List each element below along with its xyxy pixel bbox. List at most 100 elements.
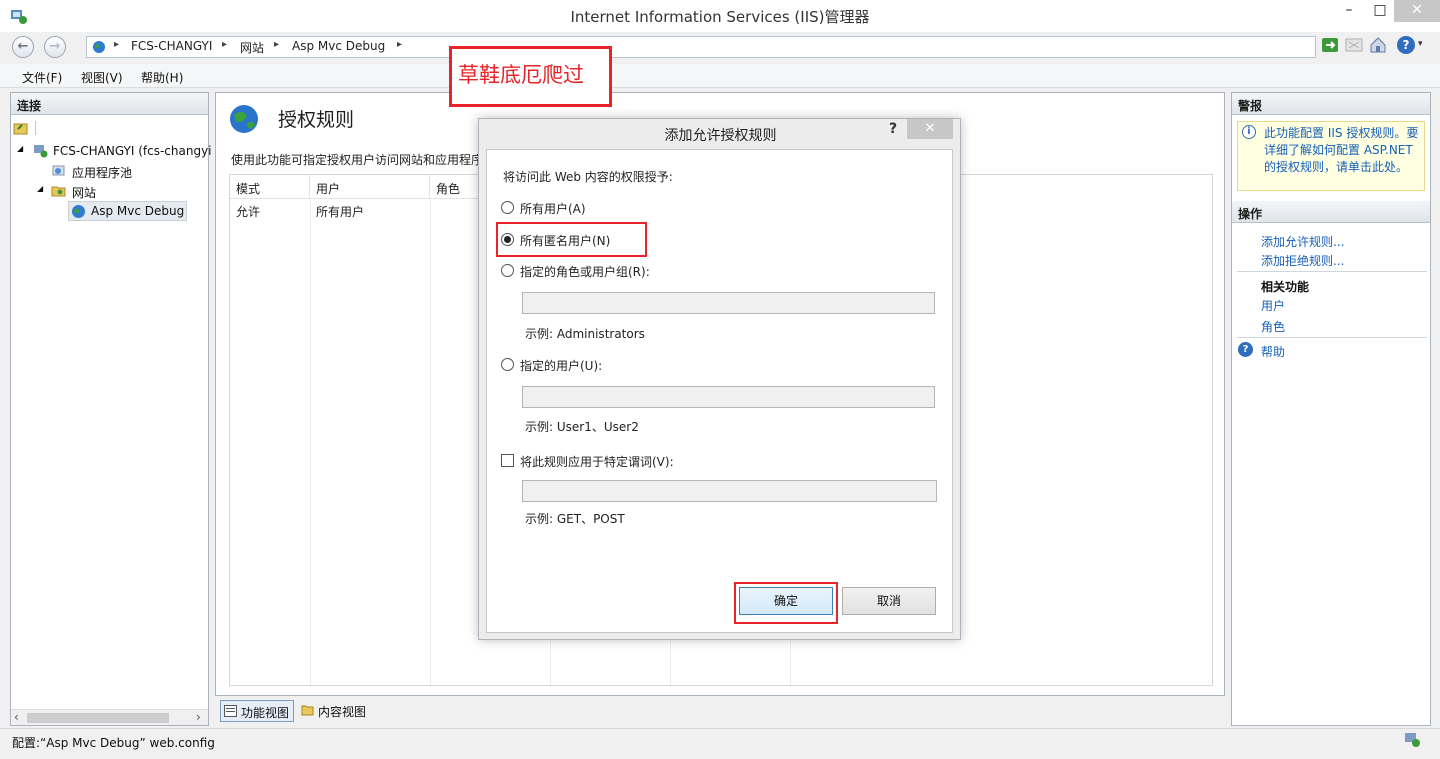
- forward-button[interactable]: →: [44, 36, 66, 58]
- connect-icon[interactable]: [13, 120, 29, 136]
- app-pool-icon: [52, 165, 65, 176]
- dialog-body: 将访问此 Web 内容的权限授予: 所有用户(A) 所有匿名用户(N) 指定的角…: [486, 149, 953, 633]
- alerts-header: 警报: [1232, 93, 1430, 115]
- radio-users[interactable]: [501, 358, 514, 371]
- add-allow-rule-dialog: 添加允许授权规则 ? ✕ 将访问此 Web 内容的权限授予: 所有用户(A) 所…: [478, 118, 961, 640]
- verbs-input[interactable]: [522, 480, 937, 502]
- column-header-user[interactable]: 用户: [310, 175, 430, 199]
- help-link[interactable]: 帮助: [1261, 343, 1285, 360]
- close-button[interactable]: ✕: [1394, 0, 1440, 22]
- cell-user: 所有用户: [316, 205, 365, 219]
- verbs-checkbox-label[interactable]: 将此规则应用于特定谓词(V):: [520, 453, 674, 470]
- tree-item-server[interactable]: FCS-CHANGYI (fcs-changyi: [53, 144, 212, 158]
- tree-item-selected[interactable]: Asp Mvc Debug: [68, 201, 187, 221]
- page-title: 授权规则: [278, 109, 355, 131]
- users-example: 示例: User1、User2: [525, 420, 639, 434]
- radio-anonymous-users[interactable]: [501, 233, 514, 246]
- authorization-globe-icon: [230, 105, 258, 133]
- scroll-right-icon[interactable]: ›: [196, 710, 201, 724]
- tree-item-sites[interactable]: 网站: [72, 184, 96, 201]
- roles-link[interactable]: 角色: [1261, 318, 1285, 335]
- breadcrumb-separator: ▸: [397, 39, 403, 50]
- tab-content-label: 内容视图: [318, 705, 367, 719]
- roles-input[interactable]: [522, 292, 935, 314]
- globe-icon: [93, 41, 105, 53]
- page-description: 使用此功能可指定授权用户访问网站和应用程序: [231, 153, 484, 167]
- address-bar[interactable]: ▸ FCS-CHANGYI ▸ 网站 ▸ Asp Mvc Debug ▸: [86, 36, 1316, 58]
- features-view-icon: [224, 705, 237, 717]
- radio-roles-label[interactable]: 指定的角色或用户组(R):: [520, 263, 650, 280]
- menu-help[interactable]: 帮助(H): [141, 69, 183, 86]
- menu-view[interactable]: 视图(V): [81, 69, 123, 86]
- stop-icon[interactable]: [1345, 36, 1363, 54]
- radio-all-users[interactable]: [501, 201, 514, 214]
- connection-status-icon: [1405, 733, 1420, 747]
- connections-panel: 连接 ◢ FCS-CHANGYI (fcs-changyi 应用程序池 ◢ 网站…: [10, 92, 212, 726]
- radio-roles[interactable]: [501, 264, 514, 277]
- tree-toggle-icon[interactable]: ◢: [37, 184, 43, 193]
- column-header-mode[interactable]: 模式: [230, 175, 310, 199]
- ok-button[interactable]: 确定: [739, 587, 833, 615]
- breadcrumb-sites[interactable]: 网站: [240, 39, 264, 56]
- radio-all-users-label[interactable]: 所有用户(A): [520, 200, 586, 217]
- toolbar-divider: [35, 121, 36, 135]
- navigation-bar: ← → ▸ FCS-CHANGYI ▸ 网站 ▸ Asp Mvc Debug ▸…: [0, 32, 1440, 62]
- alert-link-text[interactable]: 此功能配置 IIS 授权规则。要详细了解如何配置 ASP.NET 的授权规则，请…: [1264, 125, 1424, 176]
- help-icon[interactable]: ?: [1397, 36, 1415, 54]
- cancel-button[interactable]: 取消: [842, 587, 936, 615]
- breadcrumb-separator: ▸: [222, 39, 228, 50]
- radio-users-label[interactable]: 指定的用户(U):: [520, 357, 602, 374]
- menu-bar: 文件(F) 视图(V) 帮助(H): [0, 64, 1440, 88]
- tree-item-asp-mvc-debug[interactable]: Asp Mvc Debug: [91, 204, 184, 218]
- back-button[interactable]: ←: [12, 36, 34, 58]
- breadcrumb-server[interactable]: FCS-CHANGYI: [131, 39, 212, 53]
- dialog-close-button[interactable]: ✕: [907, 119, 953, 139]
- horizontal-scrollbar[interactable]: ‹ ›: [11, 709, 208, 725]
- divider: [1237, 271, 1427, 272]
- tree-item-app-pools[interactable]: 应用程序池: [72, 164, 132, 181]
- users-input[interactable]: [522, 386, 935, 408]
- column-divider: [310, 199, 311, 685]
- maximize-button[interactable]: □: [1366, 0, 1394, 22]
- sites-folder-icon: [51, 186, 66, 197]
- breadcrumb-separator: ▸: [274, 39, 280, 50]
- add-deny-rule-link[interactable]: 添加拒绝规则...: [1261, 252, 1344, 269]
- divider: [1237, 337, 1427, 338]
- roles-example: 示例: Administrators: [525, 327, 645, 341]
- tree-toggle-icon[interactable]: ◢: [17, 144, 23, 153]
- related-features-heading: 相关功能: [1261, 280, 1310, 294]
- radio-anonymous-users-label[interactable]: 所有匿名用户(N): [520, 232, 610, 249]
- breadcrumb-site[interactable]: Asp Mvc Debug: [292, 39, 385, 53]
- site-globe-icon: [72, 205, 85, 218]
- tab-features-view[interactable]: 功能视图: [220, 700, 295, 722]
- verbs-example: 示例: GET、POST: [525, 512, 625, 526]
- window-title: Internet Information Services (IIS)管理器: [570, 8, 870, 26]
- annotation-text: 草鞋底厄爬过: [458, 63, 584, 87]
- title-bar: Internet Information Services (IIS)管理器 –…: [0, 0, 1440, 32]
- server-icon: [34, 145, 48, 158]
- tab-content-view[interactable]: 内容视图: [298, 700, 370, 722]
- cell-mode: 允许: [236, 205, 261, 219]
- help-icon: ?: [1238, 342, 1253, 357]
- scroll-thumb[interactable]: [27, 713, 169, 723]
- status-text: 配置:“Asp Mvc Debug” web.config: [12, 736, 215, 750]
- scroll-left-icon[interactable]: ‹: [14, 710, 19, 724]
- verbs-checkbox[interactable]: [501, 454, 514, 467]
- add-allow-rule-link[interactable]: 添加允许规则...: [1261, 233, 1344, 250]
- dialog-help-button[interactable]: ?: [889, 121, 897, 137]
- status-bar: 配置:“Asp Mvc Debug” web.config: [0, 728, 1440, 759]
- breadcrumb-separator: ▸: [114, 39, 120, 50]
- help-dropdown-icon[interactable]: ▾: [1418, 39, 1423, 49]
- actions-header: 操作: [1232, 201, 1430, 223]
- annotation-label: 草鞋底厄爬过: [449, 46, 612, 107]
- refresh-icon[interactable]: [1321, 36, 1339, 54]
- content-view-icon: [301, 705, 314, 716]
- connections-toolbar: [11, 117, 208, 139]
- permission-prompt: 将访问此 Web 内容的权限授予:: [503, 170, 673, 184]
- minimize-button[interactable]: –: [1332, 0, 1366, 22]
- alert-box: i 此功能配置 IIS 授权规则。要详细了解如何配置 ASP.NET 的授权规则…: [1237, 121, 1425, 191]
- tab-features-label: 功能视图: [241, 706, 290, 720]
- menu-file[interactable]: 文件(F): [22, 69, 62, 86]
- users-link[interactable]: 用户: [1261, 297, 1285, 314]
- home-icon[interactable]: [1369, 36, 1387, 54]
